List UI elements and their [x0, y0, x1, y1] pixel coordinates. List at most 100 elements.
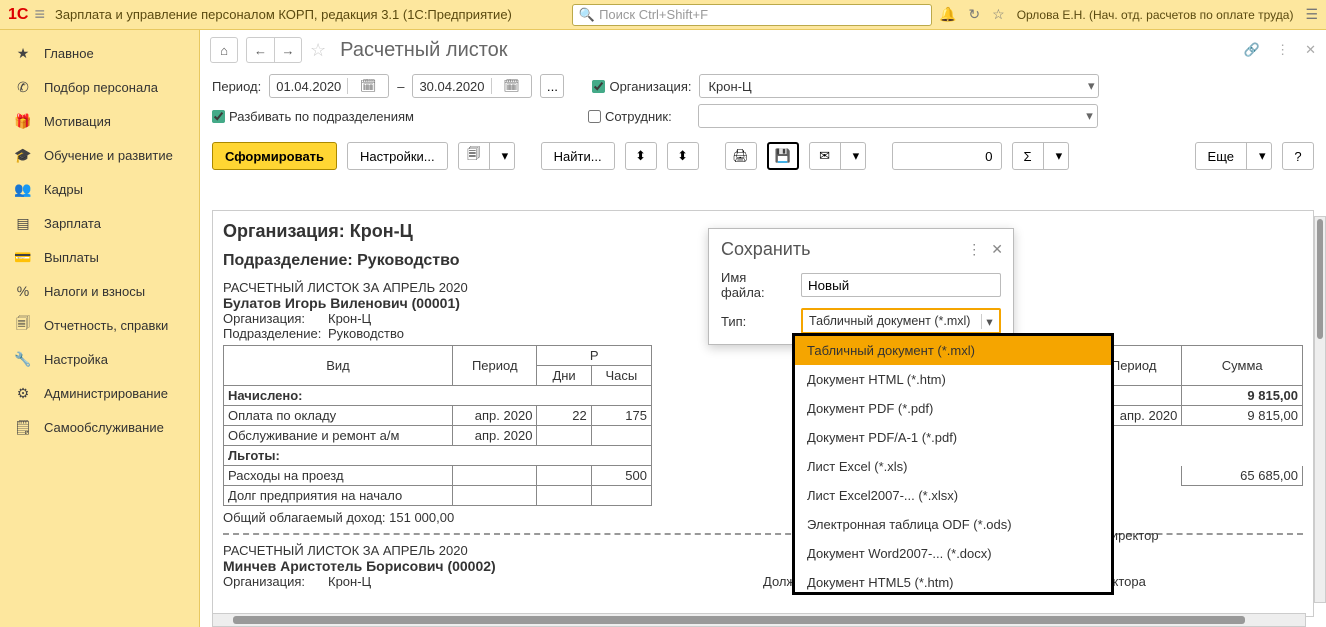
dropdown-option[interactable]: Документ HTML5 (*.htm): [795, 568, 1111, 595]
chevron-down-icon: ▾: [1088, 78, 1095, 94]
work-area: ⌂ ← → ☆ Расчетный листок 🔗 ⋮ ✕ Период: 0…: [200, 30, 1326, 627]
forward-button[interactable]: →: [274, 37, 302, 63]
copy-icon: 🗐: [467, 145, 480, 167]
save-button[interactable]: 💾: [767, 142, 799, 170]
nav-admin[interactable]: ⚙Администрирование: [0, 376, 199, 410]
period-picker-button[interactable]: ...: [540, 74, 564, 98]
filetype-label: Тип:: [721, 314, 791, 329]
filename-input[interactable]: [801, 273, 1001, 297]
bell-icon[interactable]: 🔔: [939, 6, 956, 23]
mail-icon: ✉: [819, 148, 830, 164]
print-button[interactable]: 🖨: [725, 142, 757, 170]
expand-button[interactable]: ⬍: [625, 142, 657, 170]
more-button[interactable]: Еще ▾: [1195, 142, 1272, 170]
search-icon: 🔍: [579, 7, 595, 23]
org-combo[interactable]: Крон-Ц ▾: [699, 74, 1099, 98]
close-tab-icon[interactable]: ✕: [1305, 42, 1316, 58]
calendar-icon[interactable]: 🗓: [491, 78, 532, 94]
dropdown-option[interactable]: Документ PDF/A-1 (*.pdf): [795, 423, 1111, 452]
taxable-total: Общий облагаемый доход: 151 000,00: [223, 510, 1303, 525]
variants-button[interactable]: 🗐 ▾: [458, 142, 515, 170]
more-vertical-icon[interactable]: ⋮: [967, 241, 981, 258]
split-by-dept-checkbox[interactable]: Разбивать по подразделениям: [212, 109, 414, 124]
topbar-actions: 🔔 ↻ ☆ Орлова Е.Н. (Нач. отд. расчетов по…: [939, 6, 1318, 23]
action-bar: Сформировать Настройки... 🗐 ▾ Найти... ⬍…: [200, 138, 1326, 180]
calendar-icon[interactable]: 🗓: [347, 78, 388, 94]
dropdown-option[interactable]: Документ PDF (*.pdf): [795, 394, 1111, 423]
dropdown-option[interactable]: Документ HTML (*.htm): [795, 365, 1111, 394]
filetype-combo[interactable]: Табличный документ (*.mxl) ▾: [801, 308, 1001, 334]
history-icon[interactable]: ↻: [968, 6, 980, 23]
global-search-input[interactable]: 🔍 Поиск Ctrl+Shift+F: [572, 4, 932, 26]
settings-button[interactable]: Настройки...: [347, 142, 448, 170]
logo-1c: 1С: [8, 6, 28, 24]
payslip-table: Вид Период Р Период Сумма Дни Часы Начис…: [223, 345, 1303, 506]
home-button[interactable]: ⌂: [210, 37, 238, 63]
nav-payments[interactable]: 💳Выплаты: [0, 240, 199, 274]
nav-taxes[interactable]: %Налоги и взносы: [0, 274, 199, 308]
gear-icon: ⚙: [14, 385, 32, 402]
current-user-label[interactable]: Орлова Е.Н. (Нач. отд. расчетов по оплат…: [1017, 8, 1294, 22]
nav-recruit[interactable]: ✆Подбор персонала: [0, 70, 199, 104]
employee-name: Минчев Аристотель Борисович (00002): [223, 558, 1303, 574]
filetype-dropdown: Табличный документ (*.mxl) Документ HTML…: [792, 333, 1114, 595]
nav-settings[interactable]: 🔧Настройка: [0, 342, 199, 376]
sum-button[interactable]: Σ ▾: [1012, 142, 1069, 170]
gift-icon: 🎁: [14, 113, 32, 130]
link-icon[interactable]: 🔗: [1244, 42, 1260, 58]
save-dialog: Сохранить ⋮ ✕ Имя файла: Тип: Табличный …: [708, 228, 1014, 345]
dropdown-option[interactable]: Лист Excel (*.xls): [795, 452, 1111, 481]
filters-panel: Период: 01.04.2020 🗓 – 30.04.2020 🗓 ... …: [200, 70, 1326, 138]
chevron-down-icon: ▾: [1086, 108, 1093, 124]
form-icon: 🗒: [14, 419, 32, 436]
generate-button[interactable]: Сформировать: [212, 142, 337, 170]
slip-title: РАСЧЕТНЫЙ ЛИСТОК ЗА АПРЕЛЬ 2020: [223, 543, 1303, 558]
settings-icon[interactable]: ☰: [1305, 6, 1318, 23]
wrench-icon: 🔧: [14, 351, 32, 368]
dropdown-option[interactable]: Лист Excel2007-... (*.xlsx): [795, 481, 1111, 510]
employee-combo[interactable]: ▾: [698, 104, 1098, 128]
list-icon: ▤: [14, 215, 32, 232]
nav-salary[interactable]: ▤Зарплата: [0, 206, 199, 240]
number-input[interactable]: [892, 142, 1002, 170]
period-label: Период:: [212, 79, 261, 94]
people-icon: 👥: [14, 181, 32, 198]
dropdown-option[interactable]: Документ Word2007-... (*.docx): [795, 539, 1111, 568]
page-title: Расчетный листок: [340, 39, 507, 62]
dropdown-option[interactable]: Табличный документ (*.mxl): [795, 336, 1111, 365]
app-title: Зарплата и управление персоналом КОРП, р…: [55, 7, 512, 22]
graduation-icon: 🎓: [14, 147, 32, 164]
more-vertical-icon[interactable]: ⋮: [1276, 42, 1289, 58]
sidebar: ★Главное ✆Подбор персонала 🎁Мотивация 🎓О…: [0, 30, 200, 627]
nav-selfservice[interactable]: 🗒Самообслуживание: [0, 410, 199, 444]
printer-icon: 🖨: [732, 148, 749, 164]
star-icon[interactable]: ☆: [992, 6, 1005, 23]
org-checkbox[interactable]: Организация:: [592, 79, 691, 94]
scrollbar-vertical[interactable]: [1314, 216, 1326, 603]
back-button[interactable]: ←: [246, 37, 274, 63]
nav-reports[interactable]: 🗐Отчетность, справки: [0, 308, 199, 342]
find-button[interactable]: Найти...: [541, 142, 615, 170]
scrollbar-horizontal[interactable]: [212, 613, 1306, 627]
nav-hr[interactable]: 👥Кадры: [0, 172, 199, 206]
filename-label: Имя файла:: [721, 270, 791, 300]
window-toolbar: ⌂ ← → ☆ Расчетный листок 🔗 ⋮ ✕: [200, 30, 1326, 70]
nav-motivation[interactable]: 🎁Мотивация: [0, 104, 199, 138]
collapse-button[interactable]: ⬍: [667, 142, 699, 170]
main-menu-icon[interactable]: ≡: [34, 4, 45, 25]
star-icon: ★: [14, 45, 32, 62]
mail-button[interactable]: ✉ ▾: [809, 142, 866, 170]
favorite-toggle[interactable]: ☆: [310, 40, 326, 61]
date-from-input[interactable]: 01.04.2020 🗓: [269, 74, 389, 98]
clipboard-icon: 🗐: [14, 313, 32, 337]
employee-checkbox[interactable]: Сотрудник:: [588, 109, 672, 124]
close-icon[interactable]: ✕: [991, 241, 1003, 258]
topbar: 1С ≡ Зарплата и управление персоналом КО…: [0, 0, 1326, 30]
dialog-title: Сохранить: [721, 239, 957, 260]
dropdown-option[interactable]: Электронная таблица ODF (*.ods): [795, 510, 1111, 539]
nav-training[interactable]: 🎓Обучение и развитие: [0, 138, 199, 172]
phone-icon: ✆: [14, 79, 32, 96]
help-button[interactable]: ?: [1282, 142, 1314, 170]
date-to-input[interactable]: 30.04.2020 🗓: [412, 74, 532, 98]
nav-main[interactable]: ★Главное: [0, 36, 199, 70]
